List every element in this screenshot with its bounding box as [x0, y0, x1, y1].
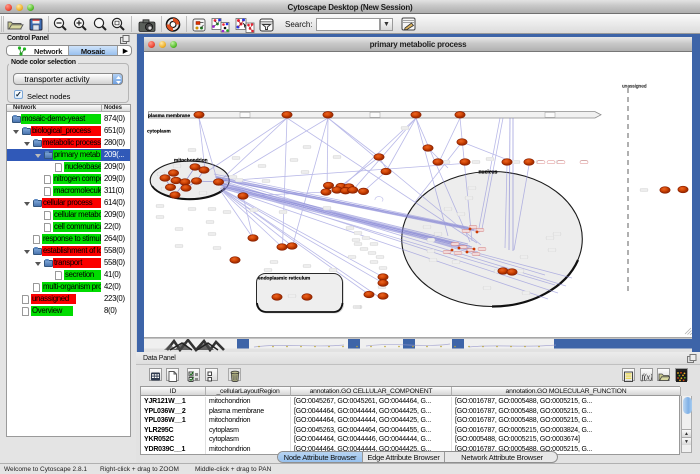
svg-text:cytoplasm: cytoplasm: [147, 129, 171, 135]
svg-text:nucleus: nucleus: [479, 170, 498, 176]
svg-text:endoplasmic reticulum: endoplasmic reticulum: [258, 276, 310, 282]
svg-text:f(x): f(x): [642, 373, 653, 382]
svg-text:mitochondrion: mitochondrion: [174, 158, 208, 164]
svg-text:plasma membrane: plasma membrane: [148, 113, 190, 119]
svg-text:unassigned: unassigned: [622, 84, 647, 90]
